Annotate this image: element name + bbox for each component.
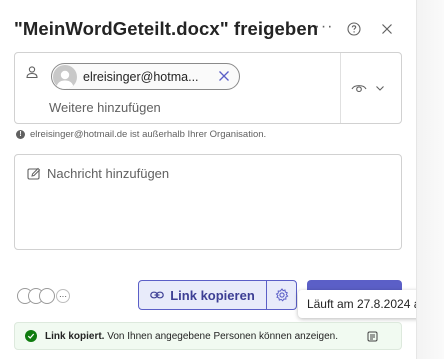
external-user-notice: ! elreisinger@hotmail.de ist außerhalb I…	[16, 129, 266, 140]
message-placeholder: Nachricht hinzufügen	[47, 166, 170, 181]
edit-message-icon	[27, 167, 41, 180]
copy-link-button[interactable]: Link kopieren	[138, 280, 267, 310]
add-more-input[interactable]: Weitere hinzufügen	[49, 100, 161, 115]
close-button[interactable]	[376, 18, 398, 40]
avatar	[53, 64, 77, 89]
link-settings-button[interactable]	[266, 280, 297, 310]
permission-dropdown[interactable]	[351, 77, 395, 99]
info-icon: !	[16, 130, 25, 139]
share-dialog: "MeinWordGeteilt.docx" freigeben ··· elr…	[0, 0, 436, 359]
dialog-title: "MeinWordGeteilt.docx" freigeben	[14, 18, 319, 39]
link-copied-toast: Link kopiert. Von Ihnen angegebene Perso…	[14, 322, 402, 350]
link-icon	[150, 291, 165, 299]
external-user-notice-text: elreisinger@hotmail.de ist außerhalb Ihr…	[30, 129, 267, 140]
help-button[interactable]	[343, 18, 365, 40]
recipient-chip[interactable]: elreisinger@hotma...	[51, 63, 240, 90]
details-icon[interactable]	[367, 331, 378, 342]
copy-link-label: Link kopieren	[170, 287, 255, 303]
toast-title: Link kopiert.	[45, 330, 105, 342]
person-avatar-icon	[56, 70, 74, 89]
divider	[340, 53, 341, 123]
message-field[interactable]: Nachricht hinzufügen	[14, 154, 402, 250]
more-options-button[interactable]: ···	[313, 16, 335, 38]
recipient-chip-label: elreisinger@hotma...	[83, 69, 199, 84]
avatar	[39, 288, 55, 304]
person-icon	[26, 66, 38, 79]
gear-icon	[275, 288, 288, 302]
recipients-field[interactable]: elreisinger@hotma... Weitere hinzufügen	[14, 52, 402, 124]
help-icon	[347, 22, 361, 36]
chevron-down-icon	[376, 86, 384, 91]
toast-message: Link kopiert. Von Ihnen angegebene Perso…	[45, 331, 338, 342]
background-panel	[416, 0, 444, 359]
more-people-icon[interactable]: ···	[56, 289, 70, 303]
close-icon	[382, 24, 392, 34]
eye-icon	[351, 85, 367, 93]
remove-recipient-icon[interactable]	[218, 70, 230, 82]
shared-with-avatars[interactable]: ···	[17, 287, 70, 305]
toast-text: Von Ihnen angegebene Personen können anz…	[107, 330, 338, 342]
success-check-icon	[25, 330, 37, 342]
